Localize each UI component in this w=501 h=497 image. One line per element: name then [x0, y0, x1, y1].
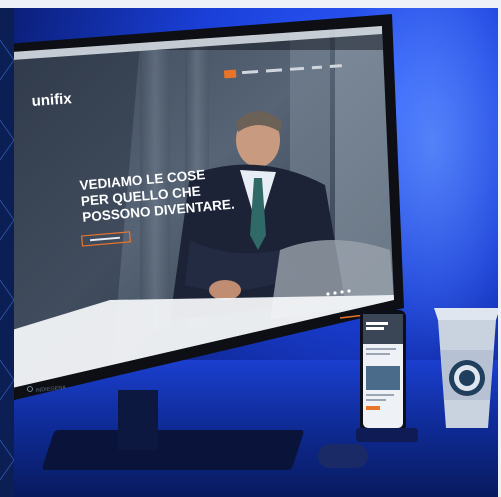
monitor: unifix VEDIAMO LE COSE PER QUELLO CHE PO… [0, 0, 501, 497]
nav-item-active[interactable] [223, 69, 237, 79]
photo-scene: unifix VEDIAMO LE COSE PER QUELLO CHE PO… [0, 0, 501, 497]
phone-stand [356, 428, 418, 442]
slider-dot[interactable] [326, 292, 330, 296]
slider-dot[interactable] [340, 290, 344, 294]
site-logo[interactable]: unifix [31, 90, 73, 110]
smartphone [360, 310, 406, 432]
computer-mouse [318, 444, 368, 468]
monitor-screen: unifix VEDIAMO LE COSE PER QUELLO CHE PO… [6, 14, 404, 402]
left-border-pattern [0, 0, 14, 497]
coffee-cup [434, 308, 500, 428]
slider-dot[interactable] [333, 291, 337, 295]
slider-dot[interactable] [347, 289, 351, 293]
top-border [0, 0, 501, 8]
